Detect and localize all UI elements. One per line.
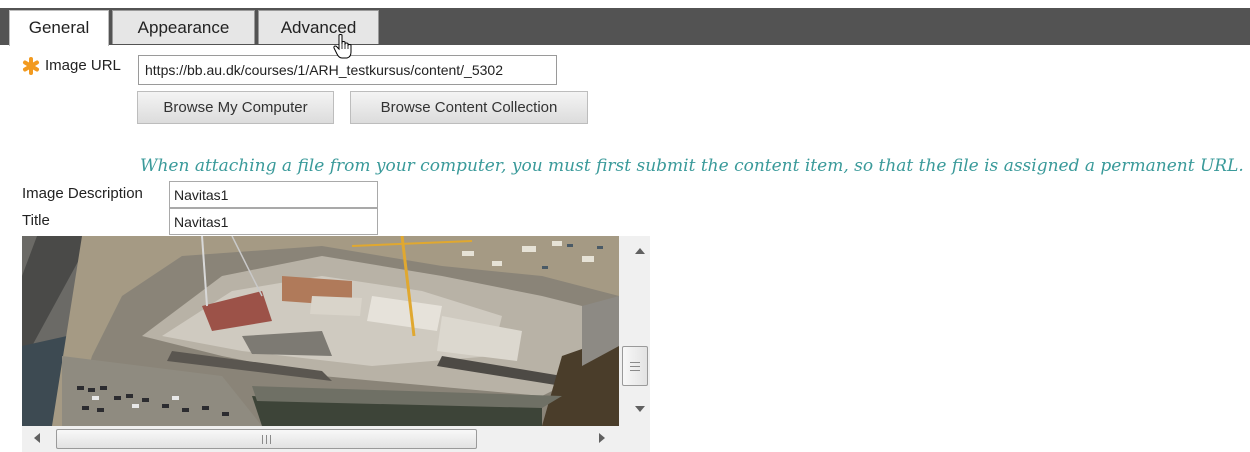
vertical-scrollbar[interactable] — [634, 236, 650, 426]
title-label: Title — [22, 212, 50, 229]
scroll-up-icon[interactable] — [635, 248, 645, 254]
tab-appearance[interactable]: Appearance — [112, 10, 255, 44]
browse-content-collection-button[interactable]: Browse Content Collection — [350, 91, 588, 124]
asterisk-icon — [23, 57, 39, 75]
tab-advanced[interactable]: Advanced — [258, 10, 379, 44]
image-preview — [22, 236, 650, 452]
tab-general[interactable]: General — [9, 10, 109, 46]
horizontal-scroll-thumb[interactable] — [56, 429, 477, 449]
attachment-notice: When attaching a file from your computer… — [140, 156, 1244, 176]
hand-pointer-icon — [333, 34, 352, 59]
scroll-right-icon[interactable] — [599, 433, 605, 443]
image-description-label: Image Description — [22, 185, 143, 202]
title-input[interactable] — [169, 208, 378, 235]
image-url-label: Image URL — [45, 57, 121, 74]
construction-site-photo — [22, 236, 619, 426]
browse-my-computer-button[interactable]: Browse My Computer — [137, 91, 334, 124]
image-description-input[interactable] — [169, 181, 378, 208]
vertical-scroll-thumb[interactable] — [622, 346, 648, 386]
scroll-left-icon[interactable] — [34, 433, 40, 443]
scroll-down-icon[interactable] — [635, 406, 645, 412]
